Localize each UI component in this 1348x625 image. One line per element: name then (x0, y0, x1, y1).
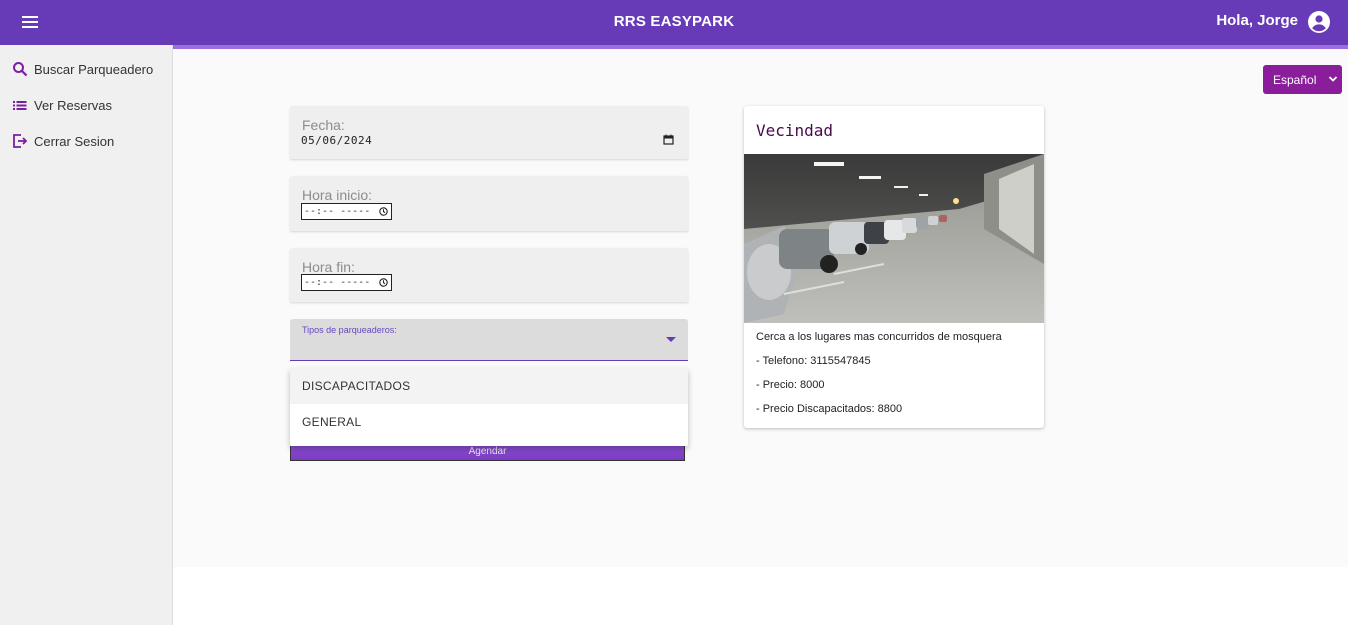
sidebar-item-label: Buscar Parqueadero (34, 61, 154, 77)
sidebar-item-label: Cerrar Sesion (34, 133, 115, 149)
chevron-down-icon (1328, 76, 1338, 82)
dropdown-arrow-icon (666, 337, 676, 342)
calendar-icon[interactable] (663, 134, 674, 145)
language-select[interactable]: Español (1263, 65, 1342, 94)
parking-garage-image (744, 154, 1044, 323)
tipo-parqueadero-options: DISCAPACITADOS GENERAL (290, 368, 688, 446)
sidebar-item-cerrar-sesion[interactable]: Cerrar Sesion (12, 131, 114, 151)
fecha-field[interactable]: Fecha: 05/06/2024 (290, 106, 688, 159)
hora-inicio-label: Hora inicio: (302, 187, 373, 203)
hora-fin-value: --:-- ----- (304, 277, 371, 288)
logout-icon (13, 134, 28, 148)
card-description: Cerca a los lugares mas concurridos de m… (756, 331, 1002, 343)
option-discapacitados[interactable]: DISCAPACITADOS (290, 368, 688, 404)
hora-fin-field[interactable]: Hora fin: --:-- ----- (290, 248, 688, 302)
hora-fin-input[interactable]: --:-- ----- (301, 274, 392, 291)
app-title: RRS EASYPARK (613, 13, 735, 30)
agendar-button[interactable]: Agendar (290, 446, 685, 461)
card-telefono: - Telefono: 3115547845 (756, 355, 871, 367)
tipo-parqueadero-select[interactable]: Tipos de parqueaderos: (290, 319, 688, 361)
list-icon (13, 101, 27, 110)
hora-fin-label: Hora fin: (302, 259, 355, 275)
account-circle-icon[interactable] (1307, 10, 1331, 34)
fecha-input[interactable]: 05/06/2024 (301, 134, 372, 147)
language-selected: Español (1273, 72, 1317, 87)
search-icon (13, 62, 28, 77)
clock-icon[interactable] (379, 278, 388, 287)
user-greeting: Hola, Jorge (1216, 12, 1298, 29)
sidebar: Buscar Parqueadero Ver Reservas Cerrar S… (0, 45, 173, 625)
top-app-bar: RRS EASYPARK Hola, Jorge (0, 0, 1348, 49)
card-precio-discapacitados: - Precio Discapacitados: 8800 (756, 403, 903, 415)
hora-inicio-input[interactable]: --:-- ----- (301, 203, 392, 220)
parking-card: Vecindad Cerca a los lugares mas concurr… (744, 106, 1044, 428)
clock-icon[interactable] (379, 207, 388, 216)
sidebar-item-label: Ver Reservas (34, 97, 113, 113)
hora-inicio-field[interactable]: Hora inicio: --:-- ----- (290, 176, 688, 231)
sidebar-item-buscar-parqueadero[interactable]: Buscar Parqueadero (12, 59, 153, 79)
card-precio: - Precio: 8000 (756, 379, 825, 391)
card-title: Vecindad (756, 121, 834, 140)
hora-inicio-value: --:-- ----- (304, 206, 371, 217)
sidebar-item-ver-reservas[interactable]: Ver Reservas (12, 95, 112, 115)
tipo-parqueadero-label: Tipos de parqueaderos: (302, 325, 397, 335)
fecha-label: Fecha: (302, 117, 345, 133)
option-general[interactable]: GENERAL (290, 404, 688, 440)
